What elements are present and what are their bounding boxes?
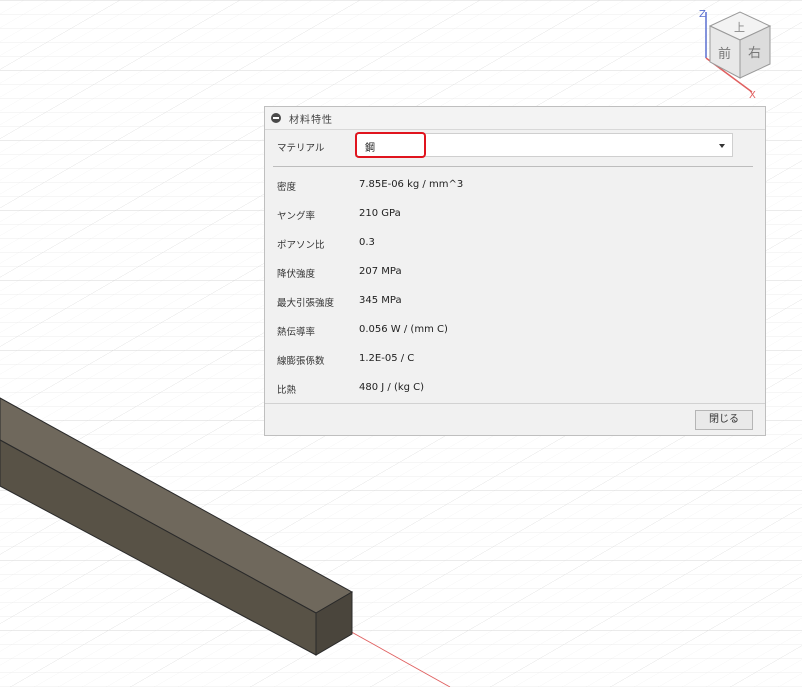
property-row-thermal-expansion: 線膨張係数 1.2E-05 / C: [265, 344, 765, 373]
property-value: 210 GPa: [359, 208, 401, 219]
property-value: 7.85E-06 kg / mm^3: [359, 179, 464, 190]
property-value: 345 MPa: [359, 295, 402, 306]
property-value: 207 MPa: [359, 266, 402, 277]
property-label: ヤング率: [277, 211, 316, 222]
viewcube-front-label: 前: [718, 46, 731, 62]
axis-z-label: Z: [699, 9, 706, 20]
property-label: 熱伝導率: [277, 327, 316, 338]
property-row-specific-heat: 比熱 480 J / (kg C): [265, 373, 765, 402]
property-list: 密度 7.85E-06 kg / mm^3 ヤング率 210 GPa ポアソン比…: [265, 170, 765, 402]
material-label: マテリアル: [277, 143, 325, 154]
close-button[interactable]: 閉じる: [695, 410, 753, 430]
property-value: 0.056 W / (mm C): [359, 324, 448, 335]
property-row-thermal-conductivity: 熱伝導率 0.056 W / (mm C): [265, 315, 765, 344]
property-row-poissons-ratio: ポアソン比 0.3: [265, 228, 765, 257]
dialog-title: 材料特性: [289, 114, 333, 126]
property-value: 480 J / (kg C): [359, 382, 425, 393]
material-properties-dialog: 材料特性 マテリアル 鋼 密度 7.85E-06 kg / mm^3 ヤング率 …: [264, 106, 766, 436]
divider: [273, 166, 753, 167]
property-label: 比熱: [277, 385, 297, 396]
dialog-header: 材料特性: [265, 107, 765, 130]
property-row-yield-strength: 降伏強度 207 MPa: [265, 257, 765, 286]
property-label: 降伏強度: [277, 269, 316, 280]
material-row: マテリアル 鋼: [265, 132, 765, 159]
axis-x-label: X: [749, 90, 756, 101]
chevron-down-icon[interactable]: [719, 144, 725, 148]
property-row-density: 密度 7.85E-06 kg / mm^3: [265, 170, 765, 199]
property-value: 0.3: [359, 237, 375, 248]
property-row-youngs-modulus: ヤング率 210 GPa: [265, 199, 765, 228]
property-label: 最大引張強度: [277, 298, 335, 309]
property-value: 1.2E-05 / C: [359, 353, 415, 364]
property-row-tensile-strength: 最大引張強度 345 MPa: [265, 286, 765, 315]
viewcube-right-label: 右: [748, 46, 761, 61]
view-cube[interactable]: Z X 上 前 右: [692, 2, 772, 102]
property-label: 密度: [277, 182, 297, 193]
property-label: 線膨張係数: [277, 356, 325, 367]
dialog-footer: 閉じる: [265, 403, 765, 436]
viewcube-top-label: 上: [734, 21, 745, 34]
highlight-annotation-box: [355, 132, 426, 158]
collapse-icon[interactable]: [271, 113, 281, 123]
property-label: ポアソン比: [277, 240, 325, 251]
